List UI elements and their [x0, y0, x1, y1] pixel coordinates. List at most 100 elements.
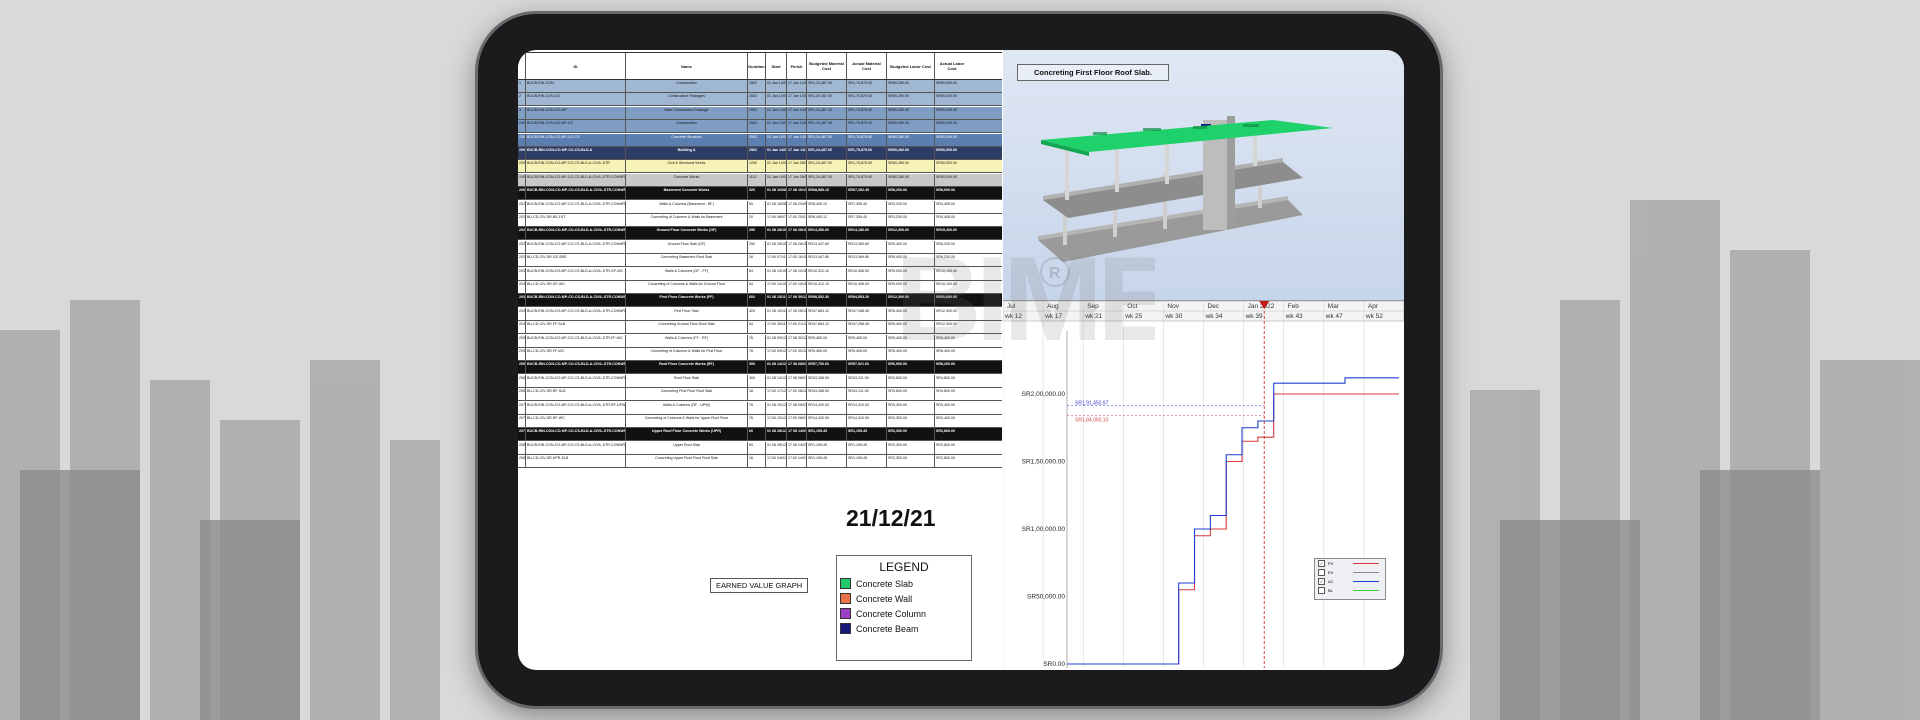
table-cell-blc: SR60,280.00	[887, 173, 935, 186]
table-row[interactable]: 2001BUCB-RIN-CON-CO-MP-COConstruction250…	[518, 120, 1002, 134]
ev-legend-checkbox-ac[interactable]: ✓	[1318, 578, 1325, 585]
ev-legend-line-ev	[1353, 571, 1379, 574]
table-cell-alc: SR50,000.00	[936, 174, 957, 179]
table-row[interactable]: 2002BUCB-RIN-CON-CO-MP-CO-CSConcrete Str…	[518, 133, 1002, 147]
table-row[interactable]: 2080BUCB-RIN-CON-CO-MP-CO-CS-BLD-A-CIVIL…	[518, 441, 1002, 455]
col-header-finish[interactable]: Finish	[787, 53, 807, 79]
table-cell-dur: 1250	[748, 160, 766, 173]
ev-legend-line-bl	[1353, 589, 1379, 592]
table-cell-start: 17:00 20/12/21	[766, 415, 787, 427]
table-cell-id: 3	[518, 106, 526, 119]
table-cell-start: 01 08 14/12/21	[766, 361, 787, 374]
table-cell-start: 17:00 30/11/21	[766, 321, 787, 334]
legend-label: Concrete Wall	[856, 593, 913, 604]
table-cell-blc: SR60,280.00	[887, 133, 935, 146]
table-cell-blc: SR3,300.00	[887, 415, 935, 427]
table-row[interactable]: 2 BUCB-RIN-CON-CO Construction Packages 250…	[518, 93, 1002, 107]
ev-legend-checkbox-bl[interactable]	[1318, 587, 1325, 594]
table-cell-bmc: SR13,447.80	[807, 254, 847, 267]
table-row[interactable]: 2075BUCB-RIN-CON-CO-MP-CO-CS-BLD-A-CIVIL…	[518, 428, 1002, 442]
col-header-name[interactable]: Name	[626, 53, 748, 79]
table-cell-id: 2011	[518, 200, 526, 213]
col-header-duration[interactable]: Duration	[748, 53, 766, 79]
table-cell-dur: 60	[748, 200, 766, 213]
col-header-budgeted-material-cost[interactable]: Budgeted Material Cost	[807, 53, 847, 79]
timescale-week: wk 34	[1205, 313, 1223, 320]
table-row[interactable]: 1 BUCB-RIN-CON Construction 2502 01 Jan 14/0…	[518, 80, 1002, 93]
timescale-week: wk 43	[1285, 313, 1303, 320]
table-cell-wbs: BUCB-RIN-CON-CO-MP-CO-CS-BLD-A	[526, 147, 626, 159]
table-cell-finish: 17 08 20/09/21	[787, 200, 807, 213]
table-cell-wbs: BUCB-RIN-CON	[526, 80, 626, 92]
table-row[interactable]: 2067BU-CD-CIV-SR-RF-SLBConcreting First …	[518, 388, 1002, 402]
table-cell-amc: SR1,75,875.00	[847, 120, 887, 133]
watermark-mark: BIMERS R	[895, 232, 1155, 366]
table-cell-dur: 2502	[748, 133, 766, 146]
table-cell-blc: SR60,280.00	[887, 93, 935, 106]
table-cell-wbs: BUCB-RIN-CON-CO-MP-CO-CS-BLD-A-CIVIL-STR…	[526, 334, 626, 347]
ev-legend-checkbox-ev[interactable]	[1318, 569, 1325, 576]
table-cell-wbs: BU-CD-CIV-SR-FF-WC	[526, 348, 626, 360]
table-cell-id: 2073	[518, 415, 526, 427]
table-cell-wbs: BUCB-RIN-CON-CO-MP-CO-CS-BLD-A-CIVIL-STR…	[526, 200, 626, 213]
table-cell-dur: 84	[748, 267, 766, 280]
col-header-actual-material-cost[interactable]: Actual Material Cost	[847, 53, 887, 79]
table-row[interactable]: 3 BUCB-RIN-CON-CO-MP Main Construction Pac…	[518, 106, 1002, 120]
table-cell-name: Walls & Columns (RF - UPW)	[626, 401, 748, 414]
table-cell-bmc: SR9,450.00	[807, 334, 847, 347]
value-label-pv: SR1,84,050.10	[1075, 418, 1109, 424]
legend-swatch-wall	[840, 593, 851, 604]
table-row[interactable]: 2005BUCB-RIN-CON-CO-MP-CO-CS-BLD-A-CIVIL…	[518, 173, 1002, 187]
table-row[interactable]: 2070BUCB-RIN-CON-CO-MP-CO-CS-BLD-A-CIVIL…	[518, 401, 1002, 415]
table-cell-blc: SR3,600.00	[887, 388, 935, 401]
table-cell-finish: 17:00 08/01/22	[787, 415, 807, 427]
ev-legend-row-pv[interactable]: ✓ PV	[1318, 559, 1385, 568]
table-cell-amc: SR1,75,875.00	[847, 147, 887, 159]
col-header-id[interactable]: ID	[526, 53, 626, 79]
table-cell-id: 2055	[518, 361, 526, 374]
table-row[interactable]: 2003BUCB-RIN-CON-CO-MP-CO-CS-BLD-ABuildi…	[518, 147, 1002, 160]
table-cell-id: 2031	[518, 281, 526, 293]
table-cell-wbs: BUCB-RIN-CON-CO-MP-CO-CS-BLD-A-CIVIL-STR…	[526, 187, 626, 200]
table-cell-amc: SR94,553.20	[847, 294, 887, 307]
table-cell-name: Construction Packages	[626, 93, 748, 106]
ev-legend-row-bl[interactable]: BL	[1318, 586, 1385, 595]
col-header-start[interactable]: Start	[766, 53, 787, 79]
table-cell-bmc: SR14,420.00	[807, 415, 847, 427]
col-header-budgeted-labor-cost[interactable]: Budgeted Labor Cost	[887, 53, 935, 79]
table-cell-start: 01 Jan 14/08/21	[766, 120, 787, 133]
table-cell-finish: 17 08 08/01/22	[787, 401, 807, 414]
table-cell-bmc: SR1,24,487.00	[807, 80, 847, 92]
table-cell-finish: 17:00 21/12/21	[787, 321, 807, 334]
legend-item: Concrete Slab	[840, 578, 971, 589]
table-cell-name: Roof Floor Concrete Works (RF)	[626, 361, 748, 374]
table-cell-wbs: BU-CD-CIV-SR-BS-1ST	[526, 214, 626, 226]
table-row[interactable]: 2087BU-CD-CIV-SR-UPR-SLBConcreting Upper…	[518, 455, 1002, 469]
ev-legend-code-ac: AC	[1328, 579, 1334, 584]
table-cell-id: 2087	[518, 455, 526, 468]
table-cell-blc: SR2,300.00	[887, 428, 935, 441]
table-cell-name: First Floor Concrete Works (FF)	[626, 294, 748, 307]
table-cell-wbs: BUCB-RIN-CON-CO-MP-CO-CS-BLD-A-CIVIL-STR…	[526, 441, 626, 454]
ev-legend-row-ac[interactable]: ✓ AC	[1318, 577, 1385, 586]
legend-box: LEGEND Concrete Slab Concrete Wall Concr…	[836, 555, 972, 661]
table-cell-start: 01 Jan 14/08/21	[766, 80, 787, 92]
table-cell-wbs: BU-CD-CIV-SR-GS-SBS	[526, 254, 626, 267]
legend-swatch-slab	[840, 578, 851, 589]
table-cell-id: 2035	[518, 294, 526, 307]
col-header-actual-labor-cost[interactable]: Actual Labor Cost	[935, 53, 969, 79]
table-row[interactable]: 2006BUCB-RIN-CON-CO-MP-CO-CS-BLD-A-CIVIL…	[518, 187, 1002, 201]
table-cell-start: 01 Jan 14/08/21	[766, 173, 787, 186]
table-cell-start: 01 08 28/10/21	[766, 240, 787, 253]
table-cell-start: 01 08 16/08/21	[766, 200, 787, 213]
table-cell-finish: 17 08 14/01/22	[787, 441, 807, 454]
table-cell-start: 01 08 14/12/21	[766, 374, 787, 387]
ev-legend-checkbox-pv[interactable]: ✓	[1318, 560, 1325, 567]
table-row[interactable]: 2073BU-CD-CIV-SR-RF-WCConcreting of Colu…	[518, 415, 1002, 428]
table-row[interactable]: 2004BUCB-RIN-CON-CO-MP-CO-CS-BLD-A-CIVIL…	[518, 160, 1002, 174]
table-cell-id: 2025	[518, 240, 526, 253]
table-cell-finish: 17:00 10/11/21	[787, 281, 807, 293]
table-cell-finish: 17:00 28/12/21	[787, 388, 807, 401]
table-cell-finish: 17:00 16/11/21	[787, 254, 807, 267]
ev-legend-row-ev[interactable]: EV	[1318, 568, 1385, 577]
